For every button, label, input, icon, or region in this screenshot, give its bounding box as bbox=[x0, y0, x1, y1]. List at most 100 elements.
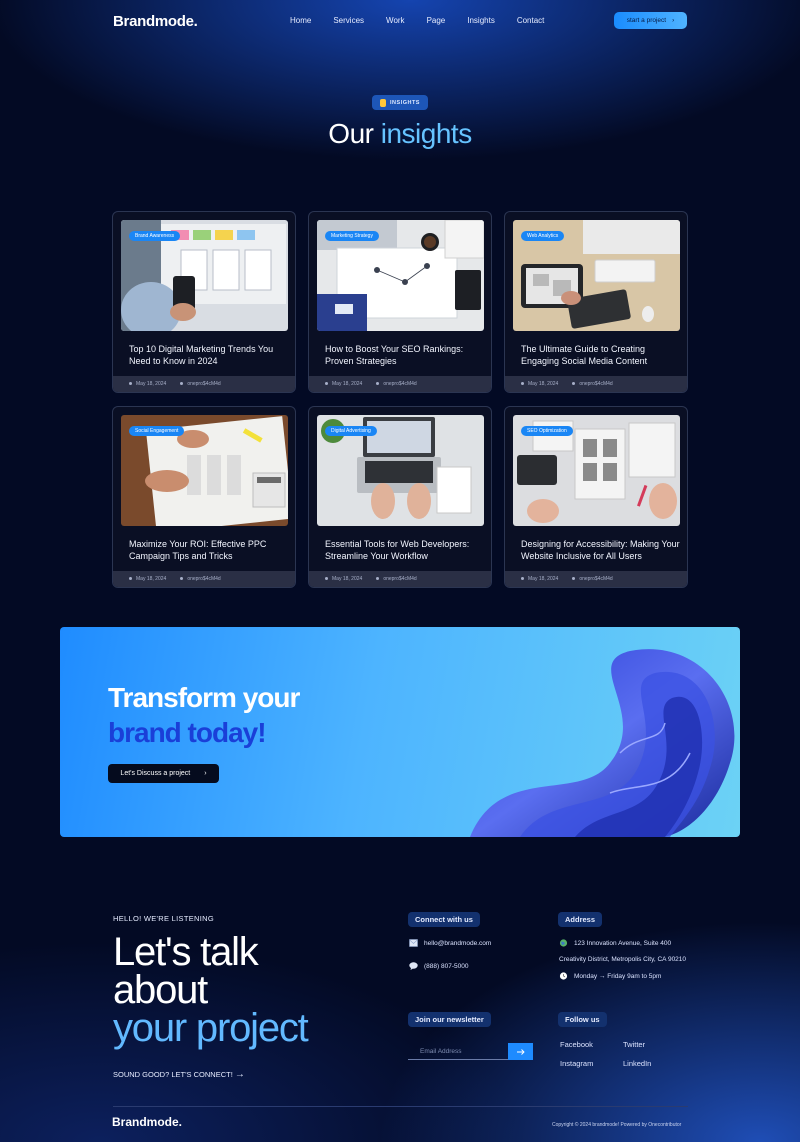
address-line1-text: 123 Innovation Avenue, Suite 400 bbox=[574, 939, 672, 947]
address-label: Address bbox=[558, 912, 603, 927]
nav-links: Home Services Work Page Insights Contact bbox=[290, 16, 566, 25]
top-nav: Brandmode. Home Services Work Page Insig… bbox=[0, 0, 800, 42]
newsletter-label: Join our newsletter bbox=[408, 1012, 491, 1027]
lets-connect-link[interactable]: SOUND GOOD? LET'S CONNECT! → bbox=[113, 1069, 245, 1080]
card-image-wireframes: Social Engagement bbox=[121, 415, 288, 526]
bulb-icon bbox=[380, 98, 386, 107]
card-tag[interactable]: Digital Advertising bbox=[325, 426, 377, 436]
card-tag[interactable]: Social Engagement bbox=[129, 426, 185, 436]
discuss-project-label: Let's Discuss a project bbox=[120, 770, 191, 777]
card-author: onepro$4cM4d bbox=[180, 576, 221, 582]
newsletter-email-input[interactable] bbox=[408, 1042, 508, 1061]
card-image-tablet: Web Analytics bbox=[513, 220, 680, 331]
contact-heading-line3: your project bbox=[113, 1006, 309, 1050]
card-image-desk: Marketing Strategy bbox=[317, 220, 484, 331]
contact-eyebrow: HELLO! WE'RE LISTENING bbox=[113, 914, 214, 923]
start-project-button[interactable]: start a project › bbox=[614, 12, 687, 29]
copyright-text: Copyright © 2024 brandmode! Powered by O… bbox=[552, 1122, 682, 1128]
card-tag[interactable]: Web Analytics bbox=[521, 231, 565, 241]
insight-card[interactable]: Digital Advertising Essential Tools for … bbox=[308, 406, 492, 588]
opening-hours: Monday → Friday 9am to 5pm bbox=[559, 972, 661, 980]
lets-connect-label: SOUND GOOD? LET'S CONNECT! bbox=[113, 1070, 233, 1079]
insight-card[interactable]: Marketing Strategy How to Boost Your SEO… bbox=[308, 211, 492, 393]
arrow-right-icon bbox=[516, 1048, 525, 1055]
card-author: onepro$4cM4d bbox=[180, 381, 221, 387]
card-date: May 18, 2024 bbox=[521, 381, 558, 387]
address-line2-text: Creativity District, Metropolis City, CA… bbox=[559, 956, 687, 963]
card-date: May 18, 2024 bbox=[129, 576, 166, 582]
cta-banner: Transform your brand today! Let's Discus… bbox=[60, 627, 740, 837]
card-image-sketches: SEO Optimization bbox=[513, 415, 680, 526]
card-meta: May 18, 2024 onepro$4cM4d bbox=[505, 376, 687, 392]
card-date: May 18, 2024 bbox=[325, 381, 362, 387]
nav-link-contact[interactable]: Contact bbox=[517, 16, 545, 25]
card-title[interactable]: How to Boost Your SEO Rankings: Proven S… bbox=[325, 343, 485, 367]
globe-icon bbox=[559, 939, 568, 947]
card-title[interactable]: The Ultimate Guide to Creating Engaging … bbox=[521, 343, 681, 367]
insights-badge-label: INSIGHTS bbox=[390, 99, 420, 106]
chevron-right-icon: › bbox=[672, 17, 675, 24]
card-title[interactable]: Essential Tools for Web Developers: Stre… bbox=[325, 538, 485, 562]
clock-icon bbox=[559, 972, 568, 980]
insight-card[interactable]: Web Analytics The Ultimate Guide to Crea… bbox=[504, 211, 688, 393]
follow-label: Follow us bbox=[558, 1012, 607, 1027]
phone-number: (888) 807-5000 bbox=[424, 962, 469, 970]
card-author: onepro$4cM4d bbox=[376, 381, 417, 387]
nav-link-insights[interactable]: Insights bbox=[467, 16, 495, 25]
insight-card[interactable]: Brand Awareness Top 10 Digital Marketing… bbox=[112, 211, 296, 393]
email-address: hello@brandmode.com bbox=[424, 939, 492, 947]
mail-icon bbox=[409, 939, 418, 947]
social-link-instagram[interactable]: Instagram bbox=[560, 1059, 593, 1068]
footer-logo[interactable]: Brandmode. bbox=[112, 1115, 182, 1129]
card-image-planning: Brand Awareness bbox=[121, 220, 288, 331]
nav-link-page[interactable]: Page bbox=[427, 16, 446, 25]
section-title-b: insights bbox=[380, 118, 472, 149]
insight-card[interactable]: SEO Optimization Designing for Accessibi… bbox=[504, 406, 688, 588]
card-tag[interactable]: Marketing Strategy bbox=[325, 231, 379, 241]
contact-heading-line2: about bbox=[113, 968, 208, 1012]
footer-divider bbox=[113, 1106, 688, 1107]
discuss-project-button[interactable]: Let's Discuss a project › bbox=[108, 764, 219, 783]
contact-email[interactable]: hello@brandmode.com bbox=[409, 939, 491, 947]
card-meta: May 18, 2024 onepro$4cM4d bbox=[113, 571, 295, 587]
card-author: onepro$4cM4d bbox=[572, 381, 613, 387]
connect-label: Connect with us bbox=[408, 912, 480, 927]
card-tag[interactable]: Brand Awareness bbox=[129, 231, 181, 241]
section-title: Our insights bbox=[0, 118, 800, 150]
nav-link-work[interactable]: Work bbox=[386, 16, 405, 25]
card-image-laptop: Digital Advertising bbox=[317, 415, 484, 526]
banner-heading-line2: brand today! bbox=[108, 717, 267, 748]
banner-heading-line1: Transform your bbox=[108, 682, 300, 713]
card-tag[interactable]: SEO Optimization bbox=[521, 426, 573, 436]
contact-phone[interactable]: (888) 807-5000 bbox=[409, 962, 468, 970]
card-title[interactable]: Maximize Your ROI: Effective PPC Campaig… bbox=[129, 538, 289, 562]
card-meta: May 18, 2024 onepro$4cM4d bbox=[113, 376, 295, 392]
card-title[interactable]: Top 10 Digital Marketing Trends You Need… bbox=[129, 343, 289, 367]
newsletter-submit-button[interactable] bbox=[508, 1043, 533, 1060]
contact-heading-line1: Let's talk bbox=[113, 930, 259, 974]
card-author: onepro$4cM4d bbox=[376, 576, 417, 582]
section-title-a: Our bbox=[328, 118, 374, 149]
card-meta: May 18, 2024 onepro$4cM4d bbox=[505, 571, 687, 587]
chevron-right-icon: › bbox=[204, 770, 207, 777]
card-date: May 18, 2024 bbox=[521, 576, 558, 582]
card-title[interactable]: Designing for Accessibility: Making Your… bbox=[521, 538, 681, 562]
card-meta: May 18, 2024 onepro$4cM4d bbox=[309, 571, 491, 587]
address-line2: Creativity District, Metropolis City, CA… bbox=[559, 956, 686, 963]
card-meta: May 18, 2024 onepro$4cM4d bbox=[309, 376, 491, 392]
brand-logo[interactable]: Brandmode. bbox=[113, 13, 198, 30]
insight-card[interactable]: Social Engagement Maximize Your ROI: Eff… bbox=[112, 406, 296, 588]
social-link-twitter[interactable]: Twitter bbox=[623, 1040, 645, 1049]
address-line1: 123 Innovation Avenue, Suite 400 bbox=[559, 939, 671, 947]
nav-link-home[interactable]: Home bbox=[290, 16, 311, 25]
opening-hours-text: Monday → Friday 9am to 5pm bbox=[574, 972, 662, 980]
social-link-facebook[interactable]: Facebook bbox=[560, 1040, 593, 1049]
nav-link-services[interactable]: Services bbox=[333, 16, 364, 25]
card-date: May 18, 2024 bbox=[325, 576, 362, 582]
social-link-linkedin[interactable]: LinkedIn bbox=[623, 1059, 651, 1068]
card-author: onepro$4cM4d bbox=[572, 576, 613, 582]
card-date: May 18, 2024 bbox=[129, 381, 166, 387]
start-project-label: start a project bbox=[626, 17, 667, 24]
swirl-graphic bbox=[470, 649, 735, 837]
newsletter-email-field[interactable] bbox=[408, 1040, 508, 1061]
